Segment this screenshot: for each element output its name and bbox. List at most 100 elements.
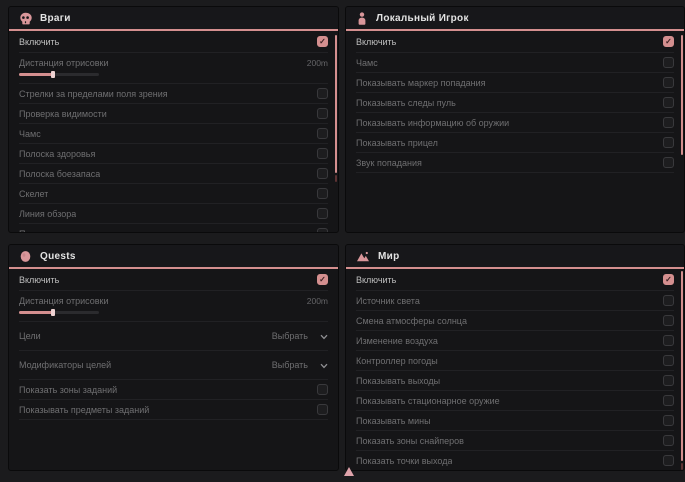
setting-label: Чамс [19,129,41,139]
checkbox[interactable] [317,228,328,233]
setting-label: Включить [19,275,59,285]
checkbox[interactable] [663,435,674,446]
checkbox[interactable] [663,157,674,168]
quests-icon [19,250,32,263]
scrollbar[interactable] [681,271,683,461]
setting-label: Скелет [19,189,48,199]
setting-label: Линия обзора [19,209,76,219]
slider-row: Дистанция отрисовки 200m [19,291,328,322]
scrollbar-track [681,463,683,470]
setting-label: Изменение воздуха [356,336,438,346]
toggle-row: Смена атмосферы солнца [356,311,674,331]
slider-handle[interactable] [51,309,55,316]
toggle-row: Проверка видимости [19,104,328,124]
chevron-down-icon [320,327,328,345]
slider-fill [19,73,53,76]
checkbox[interactable] [317,108,328,119]
setting-label: Смена атмосферы солнца [356,316,467,326]
slider-fill [19,311,53,314]
slider-handle[interactable] [51,71,55,78]
setting-label: Звук попадания [356,158,422,168]
setting-label: Полоска здоровья [19,149,95,159]
checkbox[interactable] [663,355,674,366]
toggle-row: Показывать следы пуль [19,224,328,233]
checkbox[interactable] [663,395,674,406]
checkbox[interactable] [663,415,674,426]
checkbox[interactable] [317,148,328,159]
setting-label: Показывать следы пуль [19,229,119,234]
toggle-row: Показывать выходы [356,371,674,391]
dropdown[interactable]: Выбрать [272,327,328,345]
panel-title: Враги [40,13,71,24]
setting-label: Чамс [356,58,378,68]
slider-label-line: Дистанция отрисовки200m [19,55,328,70]
checkbox[interactable] [663,455,674,466]
scrollbar[interactable] [681,35,683,155]
player-icon [356,12,368,25]
setting-label: Показывать прицел [356,138,438,148]
toggle-row: Источник света [356,291,674,311]
setting-label: Включить [19,37,59,47]
setting-label: Показывать информацию об оружии [356,118,509,128]
checkbox[interactable] [663,315,674,326]
toggle-row: Чамс [19,124,328,144]
toggle-row: Скелет [19,184,328,204]
toggle-row: Показать точки выхода [356,451,674,471]
settings-list: Включить ✓ Дистанция отрисовки 200m ЦелиВыбр… [9,269,338,420]
checkbox[interactable] [663,137,674,148]
setting-label: Показывать маркер попадания [356,78,486,88]
toggle-row: Показывать стационарное оружие [356,391,674,411]
setting-label: Показывать мины [356,416,431,426]
panel-header: Quests [9,245,338,269]
toggle-row: Изменение воздуха [356,331,674,351]
toggle-row: Показать зоны снайперов [356,431,674,451]
setting-label: Модификаторы целей [19,360,111,370]
panel-header: Враги [9,7,338,31]
scrollbar[interactable] [335,35,337,173]
checkbox[interactable] [317,128,328,139]
toggle-row: Показывать предметы заданий [19,400,328,420]
panel-header: Мир [346,245,684,269]
checkbox[interactable] [663,117,674,128]
slider[interactable] [19,311,99,314]
checkbox[interactable] [317,208,328,219]
dropdown-row: Модификаторы целей Выбрать [19,351,328,380]
checkbox[interactable] [317,88,328,99]
panel-title: Локальный Игрок [376,13,469,24]
checkbox[interactable] [663,295,674,306]
checkbox[interactable] [663,57,674,68]
checkbox[interactable] [663,335,674,346]
checkbox[interactable] [317,404,328,415]
dropdown[interactable]: Выбрать [272,356,328,374]
toggle-row: Линия обзора [19,204,328,224]
setting-label: Показывать предметы заданий [19,405,149,415]
checkbox[interactable] [317,384,328,395]
checkbox[interactable]: ✓ [317,36,328,47]
checkbox[interactable] [663,97,674,108]
skull-icon [19,12,32,25]
checkbox[interactable] [663,77,674,88]
toggle-row: Полоска здоровья [19,144,328,164]
slider-value: 200m [307,296,328,306]
settings-list: Включить ✓ Дистанция отрисовки200m Стрелки … [9,31,338,233]
setting-label: Показать зоны снайперов [356,436,464,446]
settings-list: Включить✓Источник светаСмена атмосферы с… [346,269,684,471]
checkbox[interactable]: ✓ [317,274,328,285]
panel-enemies: Враги Включить ✓ Дистанция отрисовки200m Ст… [8,6,339,233]
toggle-row: Стрелки за пределами поля зрения [19,84,328,104]
toggle-row: Показывать мины [356,411,674,431]
dropdown-row: ЦелиВыбрать [19,322,328,351]
checkbox[interactable]: ✓ [663,274,674,285]
slider[interactable] [19,73,99,76]
toggle-row: Звук попадания [356,153,674,173]
checkbox[interactable]: ✓ [663,36,674,47]
toggle-row: Контроллер погоды [356,351,674,371]
chevron-down-icon [320,356,328,374]
checkbox[interactable] [317,188,328,199]
setting-label: Показать точки выхода [356,456,452,466]
checkbox[interactable] [663,375,674,386]
checkbox[interactable] [317,168,328,179]
setting-label: Дистанция отрисовки [19,296,109,306]
toggle-row: Полоска боезапаса [19,164,328,184]
setting-label: Показать зоны заданий [19,385,117,395]
